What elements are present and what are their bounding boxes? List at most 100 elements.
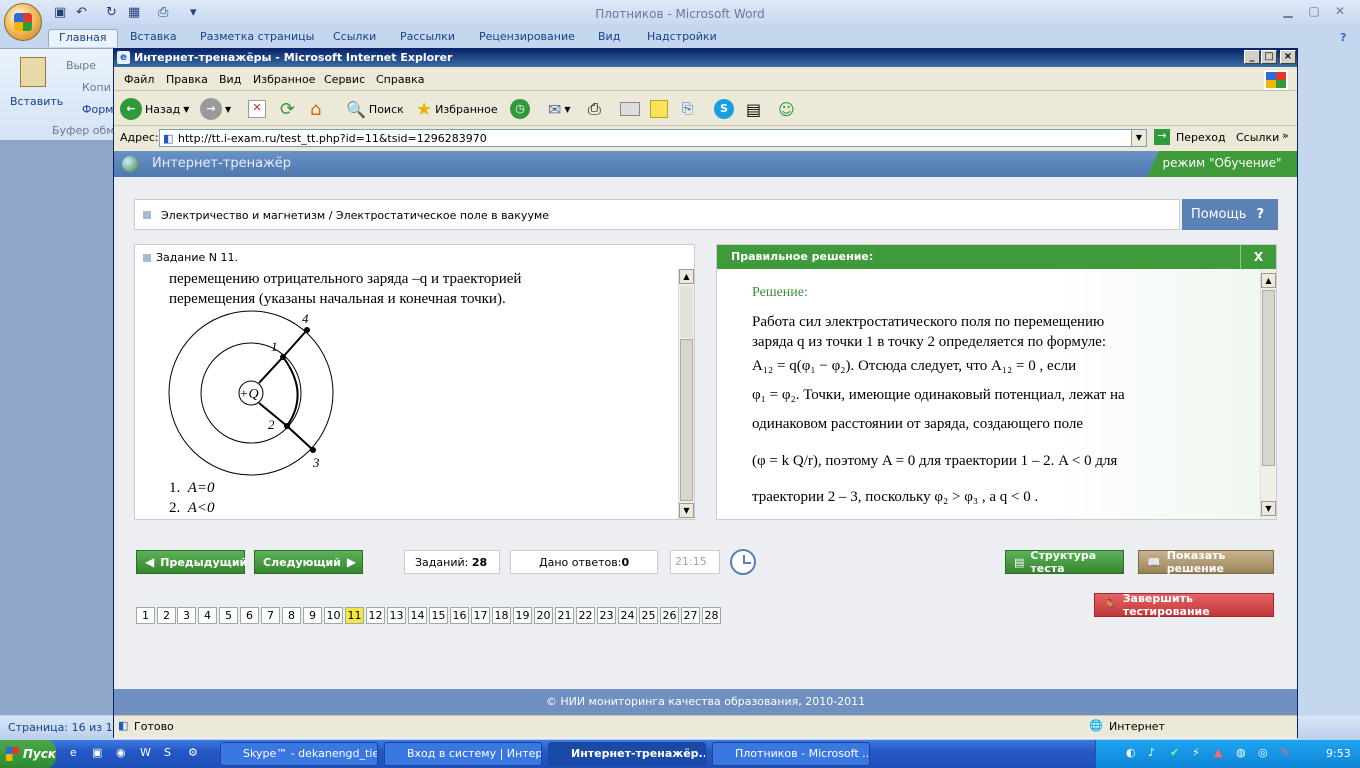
format-painter-label[interactable]: Форм <box>82 103 113 116</box>
scroll-down-icon[interactable]: ▼ <box>1261 501 1276 516</box>
scroll-down-icon[interactable]: ▼ <box>679 503 694 518</box>
help-icon[interactable]: ? <box>1340 31 1346 44</box>
back-button[interactable]: ← Назад ▼ <box>120 98 189 120</box>
page-number-button[interactable]: 24 <box>618 607 637 624</box>
ie-maximize-icon[interactable]: □ <box>1261 50 1277 64</box>
tray-icon[interactable]: ◐ <box>1126 746 1136 759</box>
page-number-button[interactable]: 20 <box>534 607 553 624</box>
page-number-button[interactable]: 19 <box>513 607 532 624</box>
tray-icon[interactable]: ▲ <box>1214 746 1222 759</box>
answer-option-2[interactable]: 2. A<0 <box>169 498 469 518</box>
links-button[interactable]: Ссылки <box>1236 131 1279 144</box>
structure-button[interactable]: ▤ Структура теста <box>1005 549 1124 575</box>
tray-icon[interactable]: ✔ <box>1170 746 1179 759</box>
page-number-button[interactable]: 7 <box>261 607 280 624</box>
page-number-button[interactable]: 23 <box>597 607 616 624</box>
go-arrow-icon[interactable]: → <box>1154 129 1170 145</box>
close-solution-button[interactable]: X <box>1240 245 1276 269</box>
clock[interactable]: 9:53 <box>1326 747 1351 760</box>
tab-home[interactable]: Главная <box>48 29 118 47</box>
menu-file[interactable]: Файл <box>124 73 154 86</box>
go-button[interactable]: Переход <box>1176 131 1226 144</box>
tab-references[interactable]: Ссылки <box>333 30 376 48</box>
edit-button[interactable] <box>620 98 640 120</box>
page-number-button[interactable]: 8 <box>282 607 301 624</box>
skype-button[interactable]: S <box>714 98 734 120</box>
tray-icon[interactable]: ♪ <box>1148 746 1155 759</box>
browser-quicklaunch-icon[interactable]: ◉ <box>116 746 126 759</box>
page-number-button[interactable]: 27 <box>681 607 700 624</box>
address-dropdown-icon[interactable]: ▼ <box>1131 130 1146 146</box>
task-login[interactable]: Вход в систему | Интер... <box>384 742 542 766</box>
help-button[interactable]: Помощь ? <box>1182 199 1278 230</box>
menu-edit[interactable]: Правка <box>166 73 208 86</box>
page-number-button[interactable]: 1 <box>136 607 155 624</box>
stop-button[interactable]: ✕ <box>248 98 266 120</box>
table-icon[interactable]: ▦ <box>128 5 140 20</box>
tab-addins[interactable]: Надстройки <box>647 30 717 48</box>
messenger-button[interactable]: ⎘ <box>682 98 693 120</box>
word-quicklaunch-icon[interactable]: W <box>140 746 151 759</box>
ie-minimize-icon[interactable]: _ <box>1244 50 1260 64</box>
save-icon[interactable]: ▣ <box>54 5 66 20</box>
minimize-icon[interactable]: ▁ <box>1276 4 1300 20</box>
menu-favorites[interactable]: Избранное <box>253 73 315 86</box>
mail-button[interactable]: ✉ ▼ <box>548 98 571 120</box>
page-number-button[interactable]: 18 <box>492 607 511 624</box>
ie-close-icon[interactable]: × <box>1280 50 1296 64</box>
scroll-up-icon[interactable]: ▲ <box>1261 273 1276 288</box>
scroll-up-icon[interactable]: ▲ <box>679 269 694 284</box>
tray-icon[interactable]: ◎ <box>1258 746 1268 759</box>
contacts-button[interactable]: ☺ <box>778 98 795 120</box>
cut-label[interactable]: Выре <box>66 59 96 72</box>
menu-tools[interactable]: Сервис <box>324 73 365 86</box>
research-button[interactable]: ▤ <box>746 98 761 120</box>
tab-insert[interactable]: Вставка <box>130 30 177 48</box>
page-number-button[interactable]: 13 <box>387 607 406 624</box>
task-ie-trainer[interactable]: Интернет-тренажёр... <box>548 742 706 766</box>
solution-scrollbar[interactable]: ▲ ▼ <box>1260 269 1276 519</box>
customize-qat-icon[interactable]: ▾ <box>190 5 197 20</box>
finish-button[interactable]: 🏃 Завершить тестирование <box>1094 592 1274 618</box>
page-number-button[interactable]: 3 <box>177 607 196 624</box>
tab-mailings[interactable]: Рассылки <box>400 30 455 48</box>
links-chevron-icon[interactable]: » <box>1282 129 1289 142</box>
page-number-button[interactable]: 22 <box>576 607 595 624</box>
page-number-button[interactable]: 4 <box>198 607 217 624</box>
task-scrollbar[interactable]: ▲ ▼ <box>678 269 694 519</box>
page-number-button[interactable]: 5 <box>219 607 238 624</box>
tools-quicklaunch-icon[interactable]: ⚙ <box>188 746 198 759</box>
prev-button[interactable]: ◀ Предыдущий <box>136 550 247 574</box>
ie-quicklaunch-icon[interactable]: e <box>70 746 77 759</box>
show-solution-button[interactable]: 📖 Показать решение <box>1138 549 1274 575</box>
task-word[interactable]: Плотников - Microsoft ... <box>712 742 870 766</box>
address-input[interactable]: ◧ http://tt.i-exam.ru/test_tt.php?id=11&… <box>159 129 1147 147</box>
forward-button[interactable]: → ▼ <box>200 98 231 120</box>
menu-help[interactable]: Справка <box>376 73 424 86</box>
search-button[interactable]: 🔍 Поиск <box>346 98 404 120</box>
tray-icon[interactable]: ◍ <box>1236 746 1246 759</box>
history-button[interactable]: ◷ <box>510 98 530 120</box>
page-number-button[interactable]: 17 <box>471 607 490 624</box>
page-number-button[interactable]: 14 <box>408 607 427 624</box>
paste-icon[interactable] <box>20 57 46 87</box>
next-button[interactable]: Следующий ▶ <box>254 550 363 574</box>
page-number-button[interactable]: 25 <box>639 607 658 624</box>
refresh-button[interactable]: ⟳ <box>280 98 295 120</box>
word-right-scrollbar[interactable] <box>1298 48 1360 716</box>
scroll-thumb[interactable] <box>680 339 693 501</box>
scroll-thumb[interactable] <box>1262 290 1275 466</box>
answer-option-1[interactable]: 1. A=0 <box>169 478 469 498</box>
page-number-button[interactable]: 28 <box>702 607 721 624</box>
page-number-button[interactable]: 2 <box>157 607 176 624</box>
paste-label[interactable]: Вставить <box>10 95 63 108</box>
tab-review[interactable]: Рецензирование <box>479 30 575 48</box>
scroll-track[interactable] <box>680 286 693 338</box>
save-quicklaunch-icon[interactable]: ▣ <box>92 746 102 759</box>
task-skype[interactable]: Skype™ - dekanengd_tiei <box>220 742 378 766</box>
office-button[interactable] <box>4 3 42 41</box>
favorites-button[interactable]: ★ Избранное <box>416 98 498 120</box>
undo-icon[interactable]: ↶ <box>76 5 87 20</box>
maximize-icon[interactable]: ▢ <box>1302 4 1326 20</box>
tray-icon[interactable]: ⚡ <box>1192 746 1200 759</box>
